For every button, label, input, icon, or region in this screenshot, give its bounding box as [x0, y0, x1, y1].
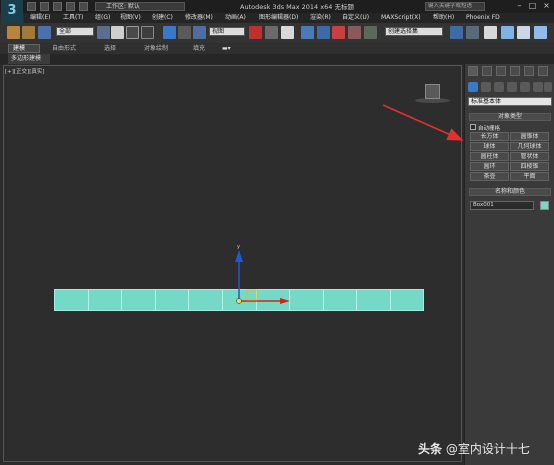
hierarchy-tab-icon[interactable]: [496, 66, 506, 76]
geometry-icon[interactable]: [468, 82, 478, 92]
gizmo-xy-plane[interactable]: [246, 289, 258, 301]
watermark: 头条 @室内设计十七: [418, 440, 530, 457]
cone-button[interactable]: 圆锥体: [510, 132, 549, 141]
box-button[interactable]: 长方体: [470, 132, 509, 141]
utilities-tab-icon[interactable]: [538, 66, 548, 76]
systems-icon[interactable]: [544, 82, 552, 92]
autogrid-checkbox[interactable]: [470, 124, 476, 130]
plane-button[interactable]: 平面: [510, 172, 549, 181]
teapot-button[interactable]: 茶壶: [470, 172, 509, 181]
object-name-field[interactable]: Box001: [470, 201, 534, 210]
object-color-swatch[interactable]: [540, 201, 549, 210]
annotation-arrow: [382, 104, 464, 141]
watermark-prefix: 头条: [418, 442, 443, 456]
name-color-rollout[interactable]: 名称和颜色: [469, 188, 551, 196]
helpers-icon[interactable]: [520, 82, 530, 92]
watermark-handle: @室内设计十七: [445, 442, 530, 456]
shapes-icon[interactable]: [481, 82, 491, 92]
subcategory-dropdown[interactable]: 标准基本体: [468, 97, 552, 106]
sphere-button[interactable]: 球体: [470, 142, 509, 151]
modify-tab-icon[interactable]: [482, 66, 492, 76]
geosphere-button[interactable]: 几何球体: [510, 142, 549, 151]
create-tab-icon[interactable]: [468, 66, 478, 76]
pyramid-button[interactable]: 四棱锥: [510, 162, 549, 171]
tube-button[interactable]: 管状体: [510, 152, 549, 161]
transform-gizmo[interactable]: [235, 250, 290, 304]
cameras-icon[interactable]: [507, 82, 517, 92]
gizmo-center[interactable]: [236, 298, 242, 304]
spacewarps-icon[interactable]: [533, 82, 543, 92]
torus-button[interactable]: 圆环: [470, 162, 509, 171]
gizmo-x-label: x: [289, 294, 292, 300]
motion-tab-icon[interactable]: [510, 66, 520, 76]
lights-icon[interactable]: [494, 82, 504, 92]
gizmo-y-arrow[interactable]: [235, 250, 243, 262]
cylinder-button[interactable]: 圆柱体: [470, 152, 509, 161]
object-type-rollout[interactable]: 对象类型: [469, 113, 551, 121]
gizmo-y-label: y: [237, 244, 240, 250]
display-tab-icon[interactable]: [524, 66, 534, 76]
autogrid-label: 自动栅格: [478, 126, 501, 132]
